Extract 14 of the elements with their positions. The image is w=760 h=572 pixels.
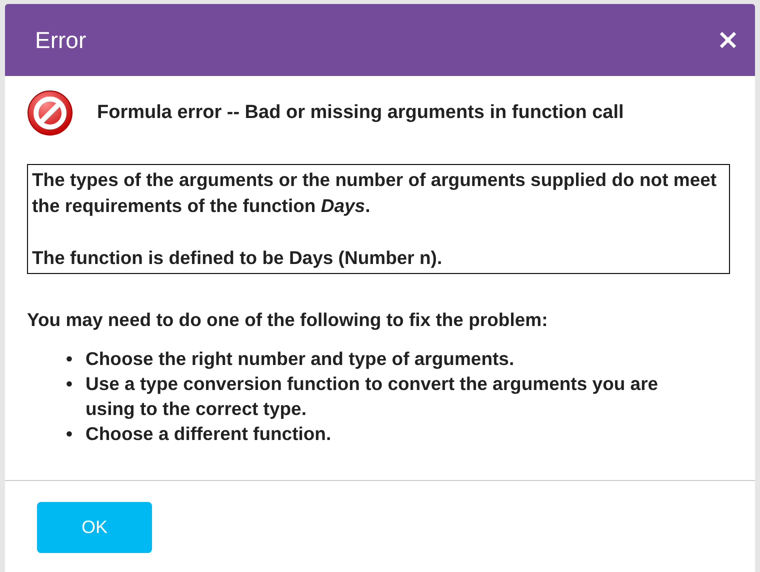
prohibited-icon xyxy=(27,90,73,136)
close-icon[interactable] xyxy=(719,31,737,49)
suggestion-item: Choose the right number and type of arguments. xyxy=(85,346,516,371)
details-paragraph: The function is defined to be Days (Number n). xyxy=(32,246,444,270)
bullet: • xyxy=(66,346,72,371)
instructions-text: You may need to do one of the following to fix the problem: xyxy=(27,308,549,332)
bullet: • xyxy=(66,372,72,396)
bullet: • xyxy=(66,422,72,446)
details-paragraph: The types of the arguments or the number of arguments supplied do not meet the requirements of the function Days. xyxy=(32,168,718,218)
error-heading: Formula error -- Bad or missing arguments in function call xyxy=(97,100,624,125)
dialog-title: Error xyxy=(35,26,86,55)
suggestion-item: Use a type conversion function to convert the arguments you are using to the correct type. xyxy=(85,372,660,421)
ok-button[interactable]: OK xyxy=(37,502,152,553)
suggestion-item: Choose a different function. xyxy=(85,422,332,446)
